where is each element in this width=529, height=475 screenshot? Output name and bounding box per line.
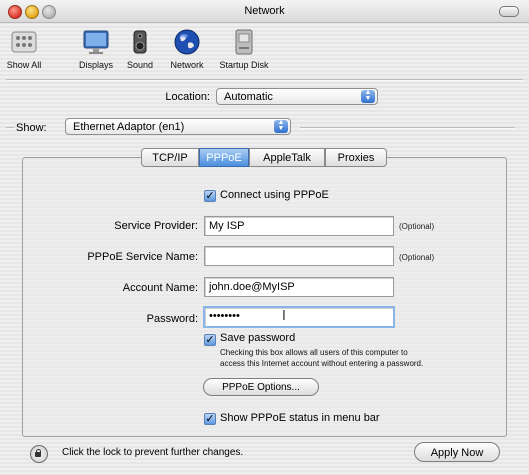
show-popup[interactable]: Ethernet Adaptor (en1) ▲ ▼: [65, 118, 291, 135]
toolbar-divider: [6, 79, 523, 81]
save-password-label: Save password: [220, 332, 296, 344]
apply-now-button[interactable]: Apply Now: [414, 442, 500, 462]
displays-icon: [81, 27, 111, 57]
tab-pppoe[interactable]: PPPoE: [199, 148, 249, 167]
preferences-toolbar: Show All Displays Sound Network Startup …: [0, 23, 529, 79]
popup-arrows-icon: ▲ ▼: [361, 89, 375, 103]
account-name-label: Account Name:: [122, 282, 198, 294]
toolbar-displays-button[interactable]: Displays: [76, 27, 116, 70]
window-title: Network: [244, 5, 285, 17]
title-bar: Network: [0, 0, 529, 23]
toolbar-label: Startup Disk: [219, 60, 269, 70]
lock-body: [35, 452, 41, 457]
service-name-field[interactable]: [204, 246, 394, 266]
show-status-checkbox[interactable]: ✓: [204, 413, 216, 425]
show-value: Ethernet Adaptor (en1): [73, 121, 185, 133]
show-all-icon: [9, 27, 39, 57]
optional-note: (Optional): [399, 253, 435, 262]
toolbar-sound-button[interactable]: Sound: [122, 27, 158, 70]
toolbar-network-button[interactable]: Network: [165, 27, 209, 70]
account-name-field[interactable]: john.doe@MyISP: [204, 277, 394, 297]
save-password-help-line1: Checking this box allows all users of th…: [220, 348, 408, 357]
lock-text: Click the lock to prevent further change…: [62, 447, 244, 458]
connect-pppoe-label: Connect using PPPoE: [220, 189, 329, 201]
pppoe-options-button[interactable]: PPPoE Options...: [203, 378, 319, 396]
service-provider-label: Service Provider:: [114, 220, 198, 232]
save-password-checkbox[interactable]: ✓: [204, 334, 216, 346]
show-status-label: Show PPPoE status in menu bar: [220, 412, 380, 424]
location-label: Location:: [165, 91, 210, 103]
toolbar-label: Displays: [78, 60, 113, 70]
tab-appletalk[interactable]: AppleTalk: [249, 148, 325, 167]
tab-tcpip[interactable]: TCP/IP: [141, 148, 199, 167]
network-preferences-window: Network Show All Displays Sound Network …: [0, 0, 529, 475]
toolbar-label: Show All: [6, 60, 42, 70]
save-password-help-line2: access this Internet account without ent…: [220, 359, 424, 368]
network-globe-icon: [172, 27, 202, 57]
show-divider: [300, 127, 515, 129]
location-popup[interactable]: Automatic ▲ ▼: [216, 88, 378, 105]
toolbar-toggle-button[interactable]: [499, 6, 519, 17]
optional-note: (Optional): [399, 222, 435, 231]
show-divider-left: [6, 127, 14, 129]
service-name-label: PPPoE Service Name:: [87, 251, 198, 263]
toolbar-label: Network: [170, 60, 204, 70]
lock-icon[interactable]: [30, 445, 48, 463]
show-label: Show:: [16, 122, 47, 134]
startup-disk-icon: [229, 27, 259, 57]
password-field[interactable]: ••••••••: [203, 306, 395, 328]
text-cursor-icon: I: [282, 309, 286, 324]
connect-pppoe-checkbox[interactable]: ✓: [204, 190, 216, 202]
toolbar-startup-disk-button[interactable]: Startup Disk: [218, 27, 270, 70]
location-value: Automatic: [224, 91, 273, 103]
toolbar-label: Sound: [126, 60, 154, 70]
password-label: Password:: [146, 313, 198, 325]
sound-icon: [125, 27, 155, 57]
tab-proxies[interactable]: Proxies: [325, 148, 387, 167]
popup-arrows-icon: ▲ ▼: [274, 119, 288, 133]
toolbar-show-all-button[interactable]: Show All: [4, 27, 44, 70]
service-provider-field[interactable]: My ISP: [204, 216, 394, 236]
